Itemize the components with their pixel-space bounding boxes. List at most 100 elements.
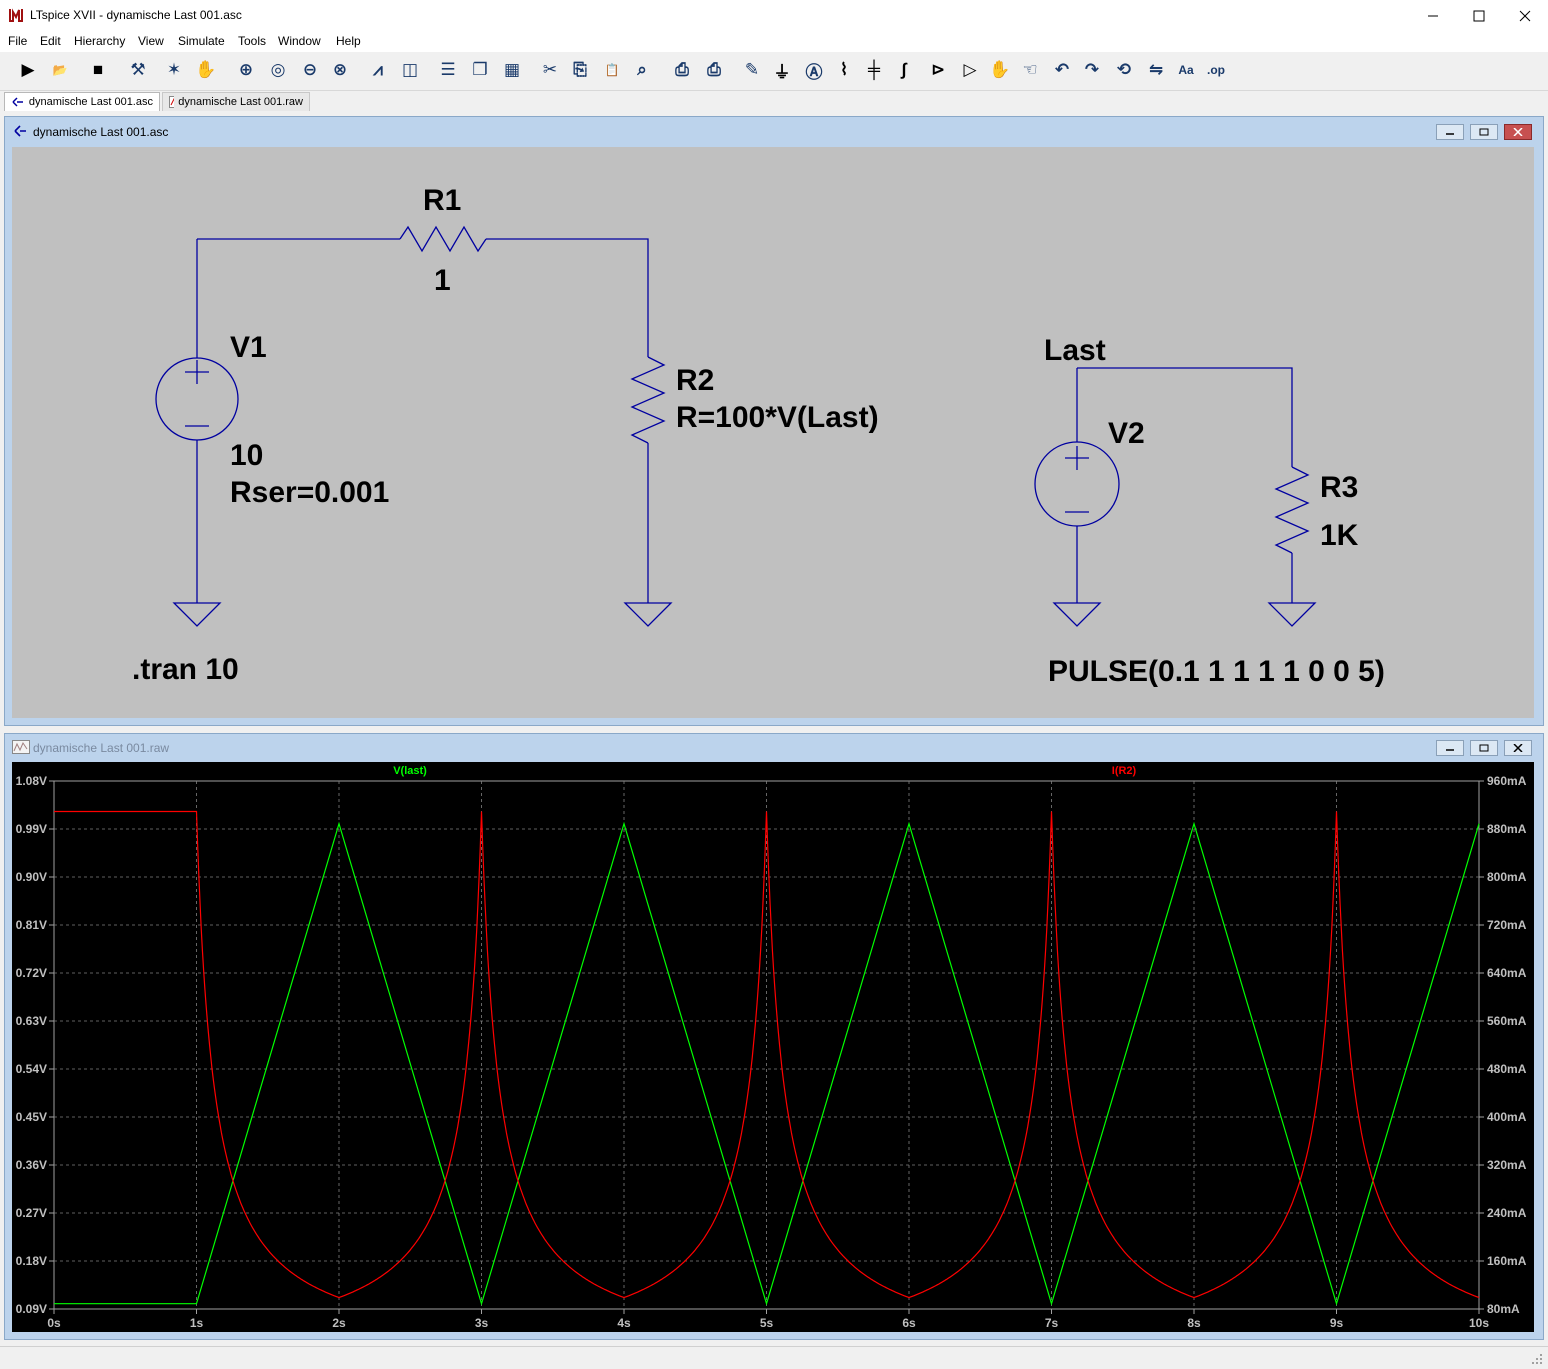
v1-value[interactable]: 10: [230, 439, 263, 472]
cut-icon-glyph: ✂: [542, 60, 558, 79]
menu-simulate[interactable]: Simulate: [178, 34, 225, 48]
tile-vertical-icon[interactable]: ▦: [498, 57, 526, 83]
spice-directive-icon[interactable]: .op: [1202, 57, 1230, 83]
tile-horizontal-icon[interactable]: ☰: [434, 57, 462, 83]
control-panel-icon-glyph: ⚒: [130, 60, 146, 79]
drag-icon[interactable]: ☜: [1016, 57, 1044, 83]
waveform-close-button[interactable]: [1504, 740, 1532, 756]
x-tick-label: 5s: [760, 1316, 774, 1330]
v2-name[interactable]: V2: [1108, 417, 1145, 450]
schematic-restore-button[interactable]: [1470, 124, 1498, 140]
waveform-plot[interactable]: 0s 1s 2s 3s 4s 5s 6s 7s 8s 9s 10s 1.08V 0.99V 0.90V 0.…: [12, 762, 1534, 1332]
minimize-icon: [1428, 15, 1438, 17]
cascade-icon[interactable]: ❐: [466, 57, 494, 83]
redo-icon[interactable]: ↷: [1078, 57, 1106, 83]
y-right-tick-label: 800mA: [1487, 870, 1527, 884]
zoom-in-icon[interactable]: ⊕: [232, 57, 260, 83]
zoom-cancel-icon[interactable]: ⊗: [326, 57, 354, 83]
move-icon[interactable]: ✋: [986, 57, 1014, 83]
inductor-icon-glyph: ∫: [901, 60, 907, 79]
waveform-restore-button[interactable]: [1470, 740, 1498, 756]
waveform-minimize-button[interactable]: [1436, 740, 1464, 756]
component-icon-glyph: ▷: [963, 60, 977, 79]
find-icon-glyph: ⌕: [637, 60, 647, 79]
control-panel-icon[interactable]: ⚒: [124, 57, 152, 83]
cut-icon[interactable]: ✂: [536, 57, 564, 83]
tab-schematic[interactable]: dynamische Last 001.asc: [4, 92, 160, 111]
pan-icon[interactable]: ✋: [192, 57, 220, 83]
print-icon-glyph: ⎙: [707, 60, 721, 79]
capacitor-icon[interactable]: ╪: [860, 57, 888, 83]
menu-view[interactable]: View: [138, 34, 164, 48]
y-left-tick-label: 0.81V: [16, 918, 47, 932]
tile-vertical-icon-glyph: ▦: [503, 60, 521, 79]
legend-v-last[interactable]: V(last): [393, 765, 427, 777]
tab-waveform[interactable]: dynamische Last 001.raw: [162, 92, 310, 111]
wire-icon[interactable]: ✎: [738, 57, 766, 83]
net-label-last[interactable]: Last: [1044, 334, 1106, 367]
schematic-canvas[interactable]: R1 1 V1 10 Rser=0.001 R2 R=100*V(Last) L…: [12, 147, 1534, 718]
legend-i-r2[interactable]: I(R2): [1112, 765, 1137, 777]
ground-icon-glyph: ⏚: [773, 62, 791, 82]
paste-icon[interactable]: 📋: [598, 57, 626, 83]
minimize-button[interactable]: [1410, 0, 1456, 32]
menu-hierarchy[interactable]: Hierarchy: [74, 34, 125, 48]
open-icon-glyph: 📂: [52, 63, 68, 77]
inductor-icon[interactable]: ∫: [890, 57, 918, 83]
x-tick-label: 1s: [190, 1316, 204, 1330]
r2-value[interactable]: R=100*V(Last): [676, 401, 879, 434]
tran-directive[interactable]: .tran 10: [132, 653, 239, 686]
schematic-icon: [14, 125, 26, 137]
r1-name[interactable]: R1: [423, 184, 461, 217]
v1-rser[interactable]: Rser=0.001: [230, 476, 389, 509]
rotate-icon-glyph: ⟲: [1116, 60, 1132, 79]
zoom-fit-icon[interactable]: ◎: [264, 57, 292, 83]
zoom-out-icon[interactable]: ⊖: [296, 57, 324, 83]
resize-grip-icon[interactable]: [1530, 1352, 1544, 1366]
ltspice-logo-icon: [8, 7, 24, 23]
redo-icon-glyph: ↷: [1084, 60, 1100, 79]
x-tick-label: 8s: [1187, 1316, 1201, 1330]
waveform-icon[interactable]: ◫: [396, 57, 424, 83]
r1-value[interactable]: 1: [434, 264, 451, 297]
run-icon[interactable]: ▶: [14, 57, 42, 83]
label-net-icon[interactable]: Ⓐ: [800, 57, 828, 83]
y-left-tick-label: 1.08V: [16, 774, 47, 788]
menu-tools[interactable]: Tools: [238, 34, 266, 48]
r3-name[interactable]: R3: [1320, 471, 1358, 504]
x-tick-label: 2s: [332, 1316, 346, 1330]
y-left-tick-label: 0.18V: [16, 1254, 47, 1268]
rotate-icon[interactable]: ⟲: [1110, 57, 1138, 83]
schematic-minimize-button[interactable]: [1436, 124, 1464, 140]
undo-icon[interactable]: ↶: [1048, 57, 1076, 83]
menu-help[interactable]: Help: [336, 34, 361, 48]
menu-file[interactable]: File: [8, 34, 27, 48]
r3-value[interactable]: 1K: [1320, 519, 1359, 552]
v1-name[interactable]: V1: [230, 331, 267, 364]
menu-bar: [0, 32, 1548, 52]
menu-window[interactable]: Window: [278, 34, 321, 48]
component-icon[interactable]: ▷: [956, 57, 984, 83]
maximize-button[interactable]: [1456, 0, 1502, 32]
close-button[interactable]: [1502, 0, 1548, 32]
menu-edit[interactable]: Edit: [40, 34, 61, 48]
ground-icon[interactable]: ⏚: [768, 57, 796, 83]
resistor-icon[interactable]: ⌇: [830, 57, 858, 83]
print-icon[interactable]: ⎙: [700, 57, 728, 83]
r2-name[interactable]: R2: [676, 364, 714, 397]
autorange-icon[interactable]: ⩘: [364, 57, 392, 83]
diode-icon[interactable]: ⊳: [924, 57, 952, 83]
open-icon[interactable]: 📂: [46, 57, 74, 83]
save-icon[interactable]: ■: [84, 57, 112, 83]
halt-icon[interactable]: ✶: [160, 57, 188, 83]
schematic-close-button[interactable]: [1504, 124, 1532, 140]
tab-label: dynamische Last 001.raw: [178, 96, 303, 108]
print-preview-icon[interactable]: ⎙: [668, 57, 696, 83]
find-icon[interactable]: ⌕: [628, 57, 656, 83]
text-icon[interactable]: Aa: [1172, 57, 1200, 83]
copy-icon[interactable]: ⎘: [566, 57, 594, 83]
v2-pulse-value[interactable]: PULSE(0.1 1 1 1 1 0 0 5): [1048, 655, 1385, 688]
tab-label: dynamische Last 001.asc: [28, 96, 153, 108]
mirror-icon[interactable]: ⇋: [1142, 57, 1170, 83]
wire-icon-glyph: ✎: [744, 60, 760, 79]
